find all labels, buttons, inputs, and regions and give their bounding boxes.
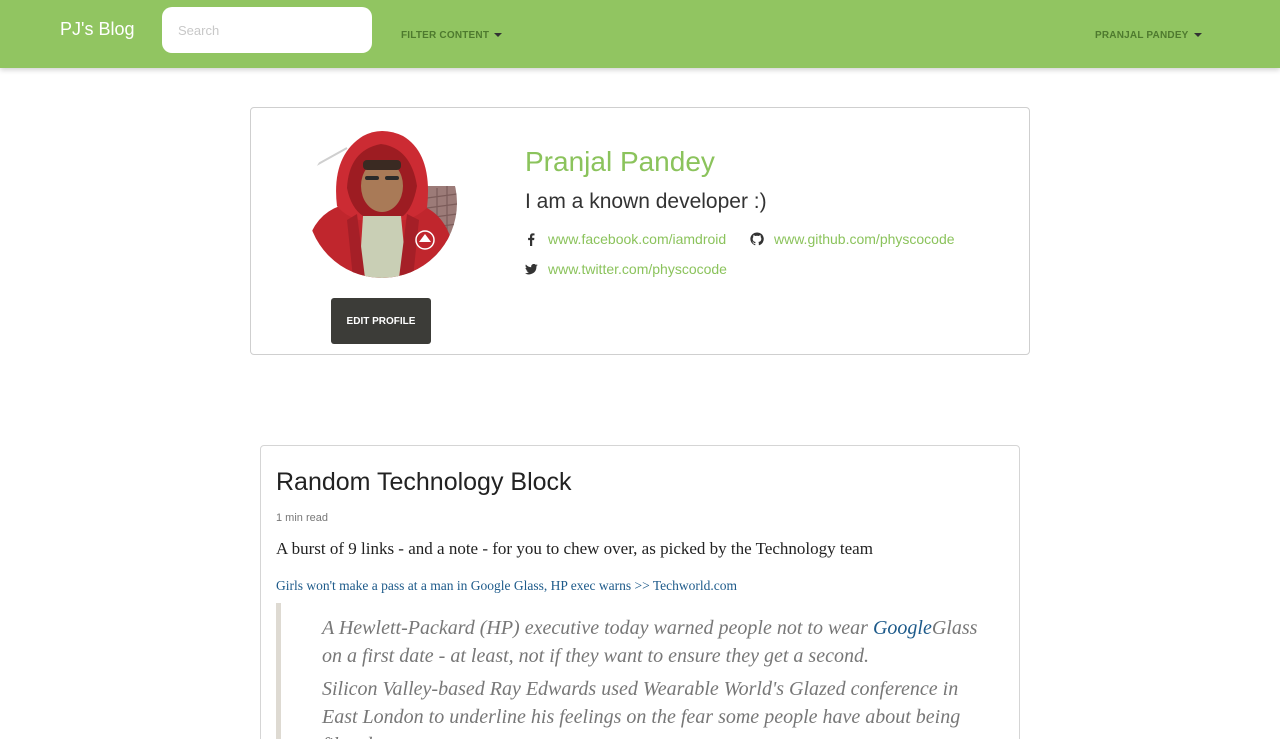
facebook-link-row: www.facebook.com/iamdroid	[524, 231, 726, 247]
post-title[interactable]: Random Technology Block	[276, 468, 572, 497]
top-navbar: PJ's Blog FILTER CONTENT PRANJAL PANDEY	[0, 0, 1280, 68]
avatar-image	[307, 128, 457, 278]
quote-text: A Hewlett-Packard (HP) executive today w…	[322, 617, 873, 639]
post-lead: A burst of 9 links - and a note - for yo…	[276, 539, 873, 558]
twitter-link[interactable]: www.twitter.com/physcocode	[548, 261, 727, 277]
brand-link[interactable]: PJ's Blog	[60, 19, 134, 40]
quote-paragraph: Silicon Valley-based Ray Edwards used We…	[322, 678, 961, 739]
user-menu-label: PRANJAL PANDEY	[1095, 30, 1189, 41]
caret-down-icon	[1193, 33, 1202, 37]
facebook-icon	[524, 232, 538, 246]
user-menu-dropdown[interactable]: PRANJAL PANDEY	[1095, 30, 1202, 41]
filter-content-label: FILTER CONTENT	[401, 30, 490, 41]
avatar	[307, 128, 457, 278]
edit-profile-button[interactable]: EDIT PROFILE	[331, 298, 431, 344]
post-blockquote: A Hewlett-Packard (HP) executive today w…	[276, 603, 988, 739]
github-link-row: www.github.com/physcocode	[750, 231, 955, 247]
profile-name: Pranjal Pandey	[525, 146, 715, 177]
twitter-icon	[524, 262, 538, 276]
profile-card: EDIT PROFILE Pranjal Pandey I am a known…	[250, 107, 1030, 355]
quote-paragraph: A Hewlett-Packard (HP) executive today w…	[322, 614, 988, 670]
post-external-link[interactable]: Girls won't make a pass at a man in Goog…	[276, 578, 737, 594]
google-link[interactable]: Google	[873, 617, 932, 639]
github-icon	[750, 232, 764, 246]
filter-content-dropdown[interactable]: FILTER CONTENT	[401, 30, 503, 41]
facebook-link[interactable]: www.facebook.com/iamdroid	[548, 231, 726, 247]
search-input[interactable]	[162, 7, 372, 53]
profile-bio: I am a known developer :)	[525, 190, 767, 213]
post-card: Random Technology Block 1 min read A bur…	[260, 445, 1020, 739]
github-link[interactable]: www.github.com/physcocode	[774, 231, 955, 247]
twitter-link-row: www.twitter.com/physcocode	[524, 261, 727, 277]
read-time: 1 min read	[276, 512, 328, 524]
caret-down-icon	[494, 33, 503, 37]
